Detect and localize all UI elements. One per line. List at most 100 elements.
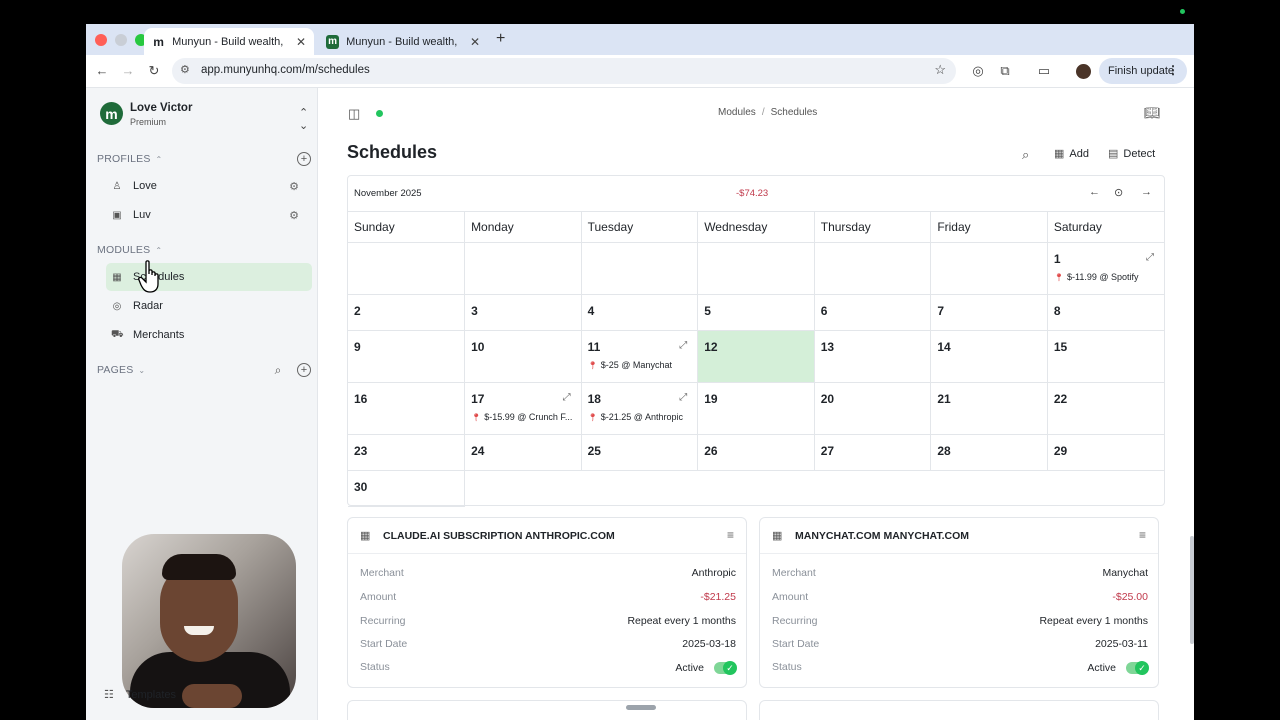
calendar-day-23[interactable]: 23	[348, 434, 466, 471]
horizontal-scrollbar[interactable]	[626, 705, 656, 710]
day-number: 4	[587, 303, 595, 318]
new-tab-button[interactable]: +	[496, 30, 505, 48]
calendar-day-30[interactable]: 30	[348, 470, 466, 507]
puzzle-extensions-icon[interactable]: ⧉	[997, 63, 1013, 79]
gear-icon[interactable]: ⚙	[289, 180, 299, 193]
back-arrow-icon[interactable]: ←	[94, 63, 110, 78]
browser-tab-active[interactable]: m Munyun - Build wealth, $1 at ✕	[144, 28, 314, 55]
calendar-event[interactable]: 📍︎ $-11.99 @ Spotify	[1054, 272, 1158, 282]
schedule-card-partial[interactable]	[347, 700, 747, 720]
site-settings-icon[interactable]: ⚙	[180, 63, 190, 76]
status-toggle[interactable]	[714, 661, 737, 676]
calendar-day-8[interactable]: 8	[1047, 294, 1164, 331]
calendar-empty-cell[interactable]	[930, 242, 1048, 295]
calendar-day-16[interactable]: 16	[348, 382, 466, 435]
calendar-day-9[interactable]: 9	[348, 330, 466, 383]
profiles-section-header[interactable]: PROFILES ⌃	[97, 153, 162, 165]
calendar-day-6[interactable]: 6	[814, 294, 932, 331]
expand-icon[interactable]: ⤢	[1146, 252, 1154, 263]
gear-icon[interactable]: ⚙	[289, 209, 299, 222]
close-window-button[interactable]	[95, 34, 107, 46]
workspace-switcher-icon[interactable]: ⌃ ⌄	[299, 106, 308, 132]
calendar-day-20[interactable]: 20	[814, 382, 932, 435]
calendar-day-15[interactable]: 15	[1047, 330, 1164, 383]
docs-book-icon[interactable]: 📖︎	[1144, 105, 1161, 121]
sidebar-item-profile-love[interactable]: ♙ Love ⚙	[106, 172, 312, 200]
schedule-card-manychat[interactable]: ▦ MANYCHAT.COM MANYCHAT.COM ≡ Merchant Ma…	[759, 517, 1159, 688]
sidebar-item-profile-luv[interactable]: ▣ Luv ⚙	[106, 201, 312, 229]
close-tab-icon[interactable]: ✕	[296, 35, 306, 49]
forward-arrow-icon[interactable]: →	[120, 63, 136, 78]
calendar-empty-cell[interactable]	[697, 242, 815, 295]
detect-button[interactable]: ▤ Detect	[1108, 147, 1155, 161]
calendar-day-5[interactable]: 5	[697, 294, 815, 331]
calendar-event[interactable]: 📍︎ $-25 @ Manychat	[588, 360, 692, 370]
breadcrumb-modules[interactable]: Modules	[718, 107, 756, 118]
calendar-day-24[interactable]: 24	[464, 434, 582, 471]
bookmark-star-icon[interactable]: ☆	[934, 62, 946, 78]
pages-section-header[interactable]: PAGES ⌄	[97, 364, 145, 376]
finish-update-button[interactable]: Finish update ⋮	[1099, 58, 1187, 84]
calendar-day-21[interactable]: 21	[930, 382, 1048, 435]
calendar-day-3[interactable]: 3	[464, 294, 582, 331]
add-button[interactable]: ▦ Add	[1054, 147, 1089, 161]
calendar-day-28[interactable]: 28	[930, 434, 1048, 471]
calendar-empty-cell[interactable]	[464, 242, 582, 295]
schedule-card-anthropic[interactable]: ▦ CLAUDE.AI SUBSCRIPTION ANTHROPIC.COM ≡…	[347, 517, 747, 688]
calendar-event[interactable]: 📍︎ $-21.25 @ Anthropic	[588, 412, 692, 422]
expand-icon[interactable]: ⤢	[563, 392, 571, 403]
calendar-day-26[interactable]: 26	[697, 434, 815, 471]
calendar-day-13[interactable]: 13	[814, 330, 932, 383]
calendar-day-1[interactable]: 1 ⤢ 📍︎ $-11.99 @ Spotify	[1047, 242, 1164, 295]
calendar-day-7[interactable]: 7	[930, 294, 1048, 331]
cast-icon[interactable]: ▭	[1036, 63, 1052, 79]
more-menu-icon[interactable]: ⋮	[1167, 63, 1179, 77]
calendar-day-19[interactable]: 19	[697, 382, 815, 435]
calendar-day-11[interactable]: 11 ⤢ 📍︎ $-25 @ Manychat	[581, 330, 699, 383]
calendar-day-18[interactable]: 18 ⤢ 📍︎ $-21.25 @ Anthropic	[581, 382, 699, 435]
calendar-empty-cell[interactable]	[348, 242, 466, 295]
sidebar-item-radar[interactable]: ◎ Radar	[106, 292, 312, 320]
browser-tab[interactable]: m Munyun - Build wealth, $1 at ✕	[318, 28, 488, 55]
next-month-arrow-icon[interactable]: →	[1141, 186, 1152, 198]
minimize-window-button[interactable]	[115, 34, 127, 46]
calendar-empty-cell[interactable]	[814, 242, 932, 295]
calendar-day-12[interactable]: 12	[697, 330, 815, 383]
add-profile-icon[interactable]: +	[297, 152, 311, 166]
calendar-day-25[interactable]: 25	[581, 434, 699, 471]
search-pages-icon[interactable]: ⌕	[271, 363, 285, 377]
menu-icon[interactable]: ≡	[727, 528, 734, 542]
workspace-name[interactable]: Love Victor	[130, 102, 192, 114]
prev-month-arrow-icon[interactable]: ←	[1089, 186, 1100, 198]
extension-icon[interactable]: ◎	[970, 63, 986, 79]
sidebar-item-templates[interactable]: ☷ Templates	[104, 688, 176, 702]
sidebar-item-schedules[interactable]: ▦ Schedules	[106, 263, 312, 291]
sidebar-item-merchants[interactable]: ⛟ Merchants	[106, 321, 312, 349]
address-bar[interactable]: ⚙ app.munyunhq.com/m/schedules ☆	[172, 58, 956, 84]
schedule-card-partial[interactable]	[759, 700, 1159, 720]
calendar-day-27[interactable]: 27	[814, 434, 932, 471]
calendar-day-29[interactable]: 29	[1047, 434, 1164, 471]
close-tab-icon[interactable]: ✕	[470, 35, 480, 49]
calendar-day-14[interactable]: 14	[930, 330, 1048, 383]
search-icon[interactable]: ⌕	[1022, 147, 1029, 163]
add-page-icon[interactable]: +	[297, 363, 311, 377]
profile-avatar[interactable]	[1076, 64, 1091, 79]
calendar-day-10[interactable]: 10	[464, 330, 582, 383]
calendar-day-22[interactable]: 22	[1047, 382, 1164, 435]
expand-icon[interactable]: ⤢	[679, 392, 687, 403]
status-toggle[interactable]	[1126, 661, 1149, 676]
calendar-empty-cell[interactable]	[581, 242, 699, 295]
calendar-day-4[interactable]: 4	[581, 294, 699, 331]
calendar-day-2[interactable]: 2	[348, 294, 466, 331]
reload-icon[interactable]: ↻	[146, 63, 162, 79]
calendar-event[interactable]: 📍︎ $-15.99 @ Crunch F...	[471, 412, 575, 422]
menu-icon[interactable]: ≡	[1139, 528, 1146, 542]
expand-icon[interactable]: ⤢	[679, 340, 687, 351]
vertical-scrollbar[interactable]	[1190, 536, 1194, 644]
today-button-icon[interactable]: ⊙	[1114, 186, 1123, 199]
calendar-day-17[interactable]: 17 ⤢ 📍︎ $-15.99 @ Crunch F...	[464, 382, 582, 435]
sidebar-toggle-icon[interactable]: ◫	[348, 106, 360, 122]
breadcrumb-schedules[interactable]: Schedules	[771, 107, 818, 118]
modules-section-header[interactable]: MODULES ⌃	[97, 244, 162, 256]
